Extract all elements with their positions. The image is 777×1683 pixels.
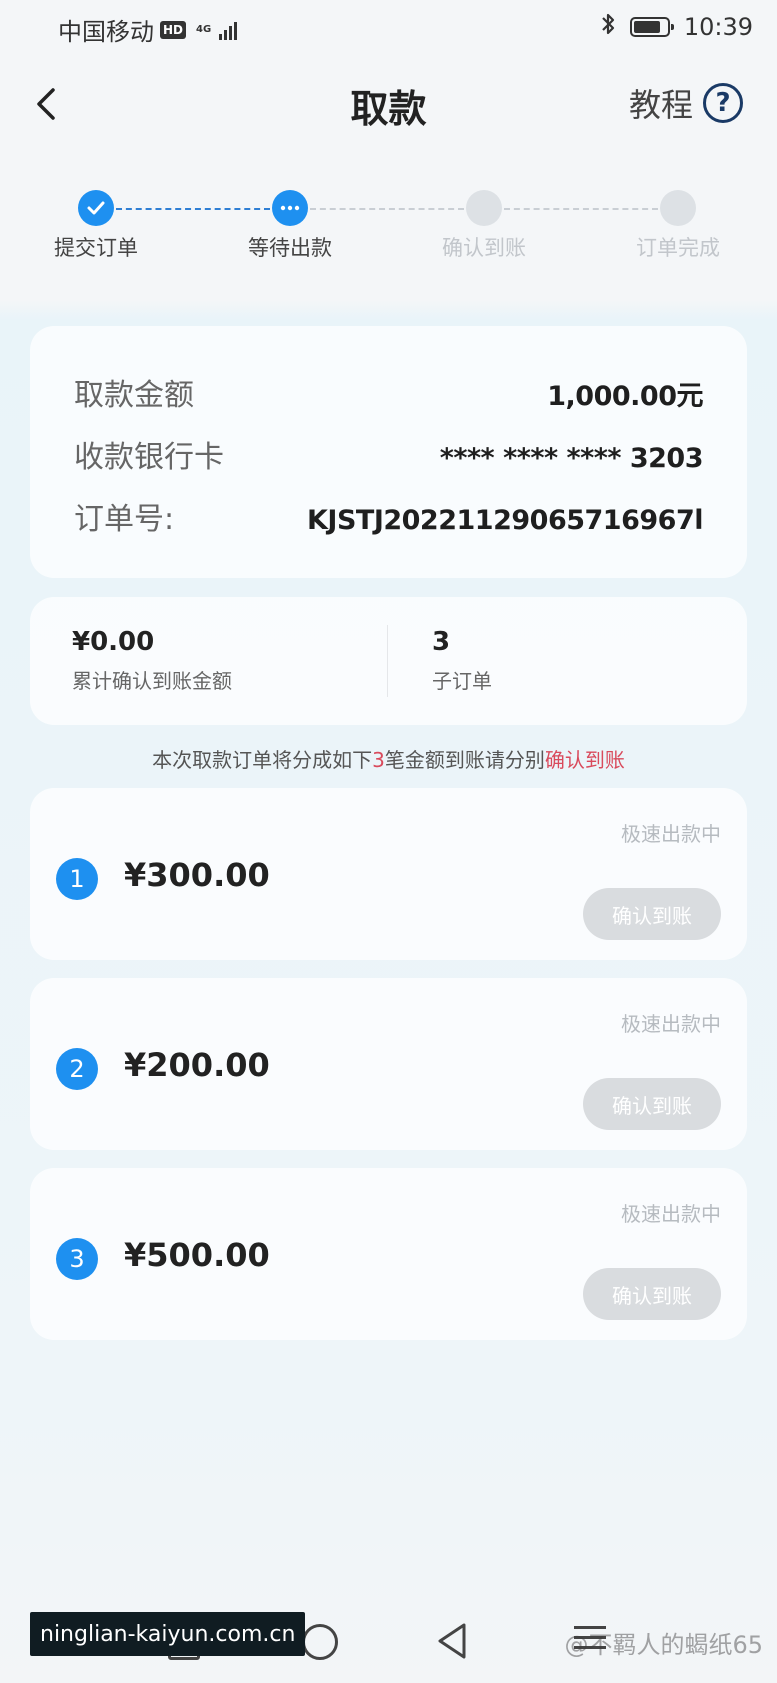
suborder-card: 2 ¥200.00 极速出款中 确认到账 [30,978,747,1150]
order-number-value: KJSTJ20221129065716967l [306,505,704,536]
status-right: 10:39 [600,12,753,42]
step-label: 提交订单 [54,236,138,260]
bank-card-row: 收款银行卡 **** **** **** 3203 [74,432,704,476]
step-dot-pending [466,190,502,226]
order-status: 极速出款中 [621,822,721,846]
order-index-badge: 2 [56,1048,98,1090]
confirm-receipt-button[interactable]: 确认到账 [583,1078,721,1130]
step-confirm-receipt: 确认到账 [424,190,544,262]
clock: 10:39 [683,13,753,41]
watermark-url: ninglian-kaiyun.com.cn [30,1612,306,1656]
carrier-name: 中国移动 [58,18,154,46]
notice-middle: 笔金额到账请分别 [384,748,545,772]
nav-back-icon[interactable] [436,1622,468,1664]
check-icon [78,190,114,226]
amount-value: 1,000.00元 [547,381,703,412]
order-amount: ¥300.00 [124,856,270,894]
suborder-block: 3 子订单 [432,627,492,694]
amount-row: 取款金额 1,000.00元 [74,370,703,414]
battery-icon [629,17,674,37]
order-number-row: 订单号: KJSTJ20221129065716967l [74,494,704,538]
suborder-card: 1 ¥300.00 极速出款中 确认到账 [30,788,747,960]
split-notice: 本次取款订单将分成如下3笔金额到账请分别确认到账 [0,744,777,773]
help-icon: ? [703,83,743,123]
order-amount: ¥200.00 [124,1046,270,1084]
step-order-complete: 订单完成 [618,190,738,262]
more-dots-icon [272,190,308,226]
confirm-receipt-button[interactable]: 确认到账 [583,888,721,940]
bluetooth-icon [600,12,616,42]
amount-label: 取款金额 [74,378,194,413]
step-awaiting-payout: 等待出款 [230,190,350,262]
order-status: 极速出款中 [621,1012,721,1036]
summary-divider [387,625,388,697]
tutorial-button[interactable]: 教程 ? [629,80,743,126]
bank-card-label: 收款银行卡 [74,440,224,475]
confirmed-amount-block: ¥0.00 累计确认到账金额 [72,627,232,694]
step-label: 等待出款 [248,236,332,260]
watermark-author: @不羁人的蝎纸65 [564,1631,763,1659]
notice-action: 确认到账 [544,748,625,772]
suborder-count: 3 [432,627,451,657]
order-number-label: 订单号: [74,502,175,537]
suborder-label: 子订单 [432,669,492,693]
home-icon[interactable] [302,1624,338,1660]
progress-steps: 提交订单 等待出款 确认到账 订单完成 [0,190,777,270]
order-status: 极速出款中 [621,1202,721,1226]
summary-card: ¥0.00 累计确认到账金额 3 子订单 [30,597,747,725]
bank-card-value: **** **** **** 3203 [439,443,704,474]
order-index-badge: 3 [56,1238,98,1280]
signal-icon [219,20,238,40]
status-left: 中国移动 HD 4G [58,12,238,47]
status-bar: 中国移动 HD 4G 10:39 [0,0,777,56]
header: 取款 教程 ? [0,70,777,140]
notice-prefix: 本次取款订单将分成如下 [152,748,373,772]
confirmed-amount: ¥0.00 [72,627,155,657]
tutorial-label: 教程 [628,86,693,124]
step-submit-order: 提交订单 [36,190,156,262]
step-label: 订单完成 [636,236,720,260]
step-dot-pending [660,190,696,226]
order-index-badge: 1 [56,858,98,900]
hd-badge: HD [160,20,187,39]
withdrawal-info-card: 取款金额 1,000.00元 收款银行卡 **** **** **** 3203… [30,326,747,578]
suborder-card: 3 ¥500.00 极速出款中 确认到账 [30,1168,747,1340]
order-amount: ¥500.00 [124,1236,270,1274]
confirm-receipt-button[interactable]: 确认到账 [583,1268,721,1320]
notice-count: 3 [372,748,385,772]
network-type: 4G [196,23,212,35]
confirmed-amount-label: 累计确认到账金额 [72,669,232,693]
step-label: 确认到账 [442,236,526,260]
